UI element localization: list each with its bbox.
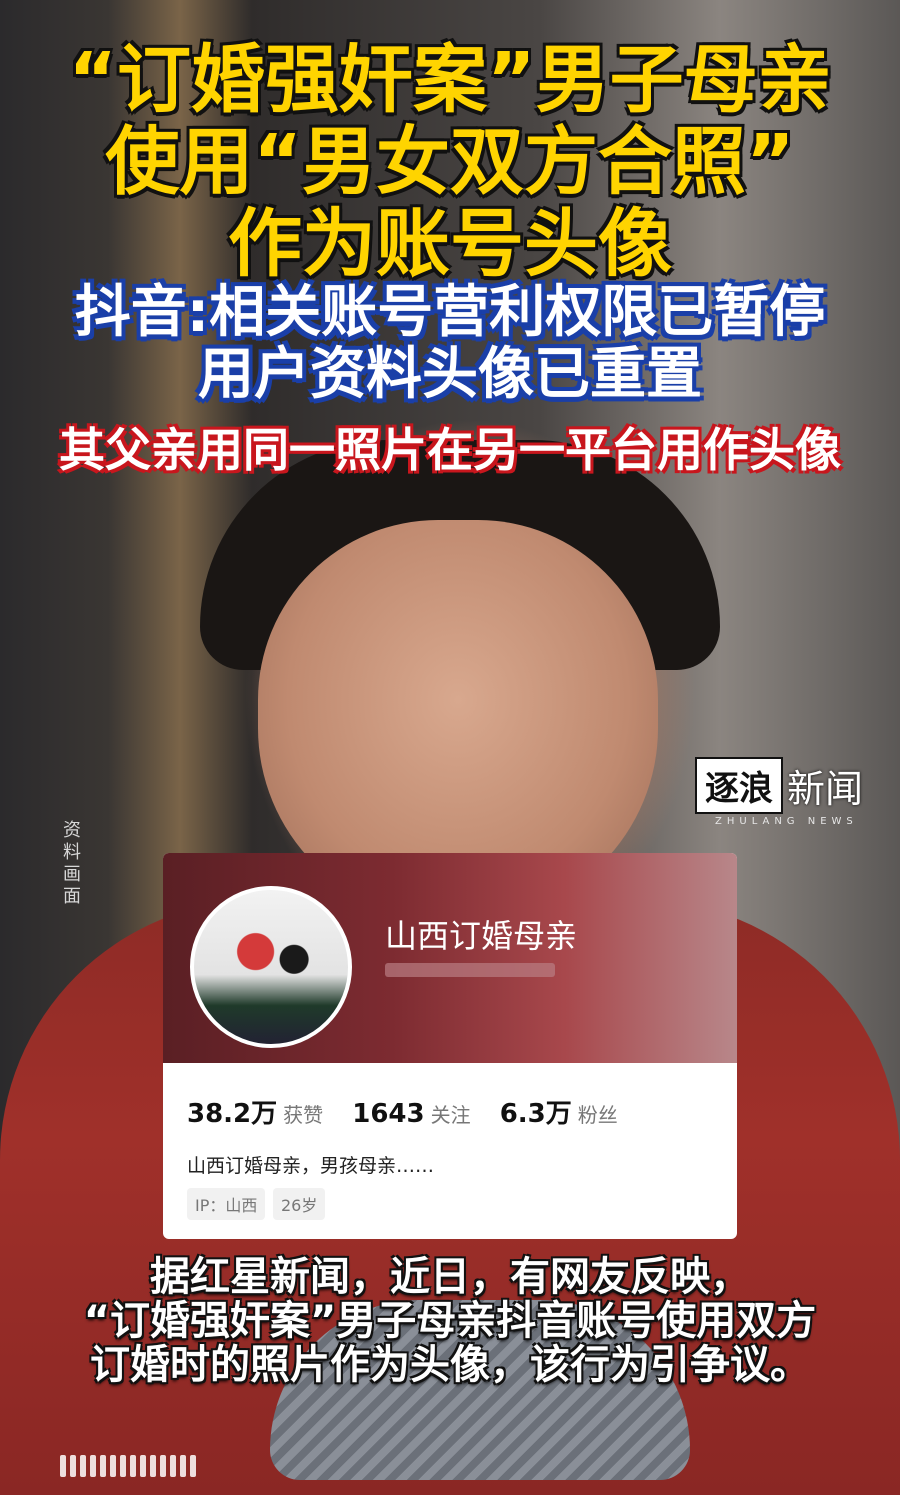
- following-label: 关注: [430, 1103, 471, 1127]
- followers-label: 粉丝: [577, 1103, 618, 1127]
- likes-label: 获赞: [283, 1103, 324, 1127]
- ip-tag: IP：山西: [187, 1188, 266, 1220]
- subtitle-line-2: 用户资料头像已重置: [198, 342, 702, 407]
- profile-header: 山西订婚母亲: [163, 853, 737, 1063]
- logo-box-text: 逐浪: [695, 757, 783, 814]
- archive-footage-label: 资料画面: [63, 820, 81, 907]
- profile-stats: 38.2万 获赞 1643 关注 6.3万 粉丝: [187, 1093, 642, 1130]
- headline-line-1: “订婚强奸案”男子母亲: [68, 37, 832, 123]
- following-count: 1643: [352, 1099, 425, 1129]
- logo-text: 新闻: [787, 767, 864, 811]
- caption-line-1: 据红星新闻，近日，有网友反映，: [150, 1254, 750, 1300]
- profile-name: 山西订婚母亲: [385, 917, 578, 955]
- followers-count: 6.3万: [499, 1099, 572, 1129]
- blurred-id: [385, 963, 555, 977]
- likes-count: 38.2万: [187, 1099, 278, 1129]
- profile-card: 山西订婚母亲 38.2万 获赞 1643 关注 6.3万 粉丝 山西订婚母亲，男孩母亲…: [163, 853, 737, 1239]
- subtitle-line-1: 抖音:相关账号营利权限已暂停: [74, 280, 826, 345]
- caption-line-3: 订婚时的照片作为头像，该行为引争议。: [90, 1342, 810, 1388]
- caption-line-2: “订婚强奸案”男子母亲抖音账号使用双方: [83, 1298, 817, 1344]
- logo-subtext: ZHULANG NEWS: [715, 816, 858, 827]
- zhulang-news-logo: 逐浪 新闻 ZHULANG NEWS: [695, 757, 863, 827]
- profile-bio: 山西订婚母亲，男孩母亲……: [187, 1155, 435, 1177]
- age-tag: 26岁: [273, 1188, 326, 1220]
- avatar: [190, 886, 352, 1048]
- red-note: 其父亲用同一照片在另一平台用作头像: [59, 423, 841, 477]
- watermark-bars: [60, 1455, 200, 1481]
- headline-line-2: 使用“男女双方合照”: [105, 119, 795, 205]
- headline-line-3: 作为账号头像: [228, 201, 672, 287]
